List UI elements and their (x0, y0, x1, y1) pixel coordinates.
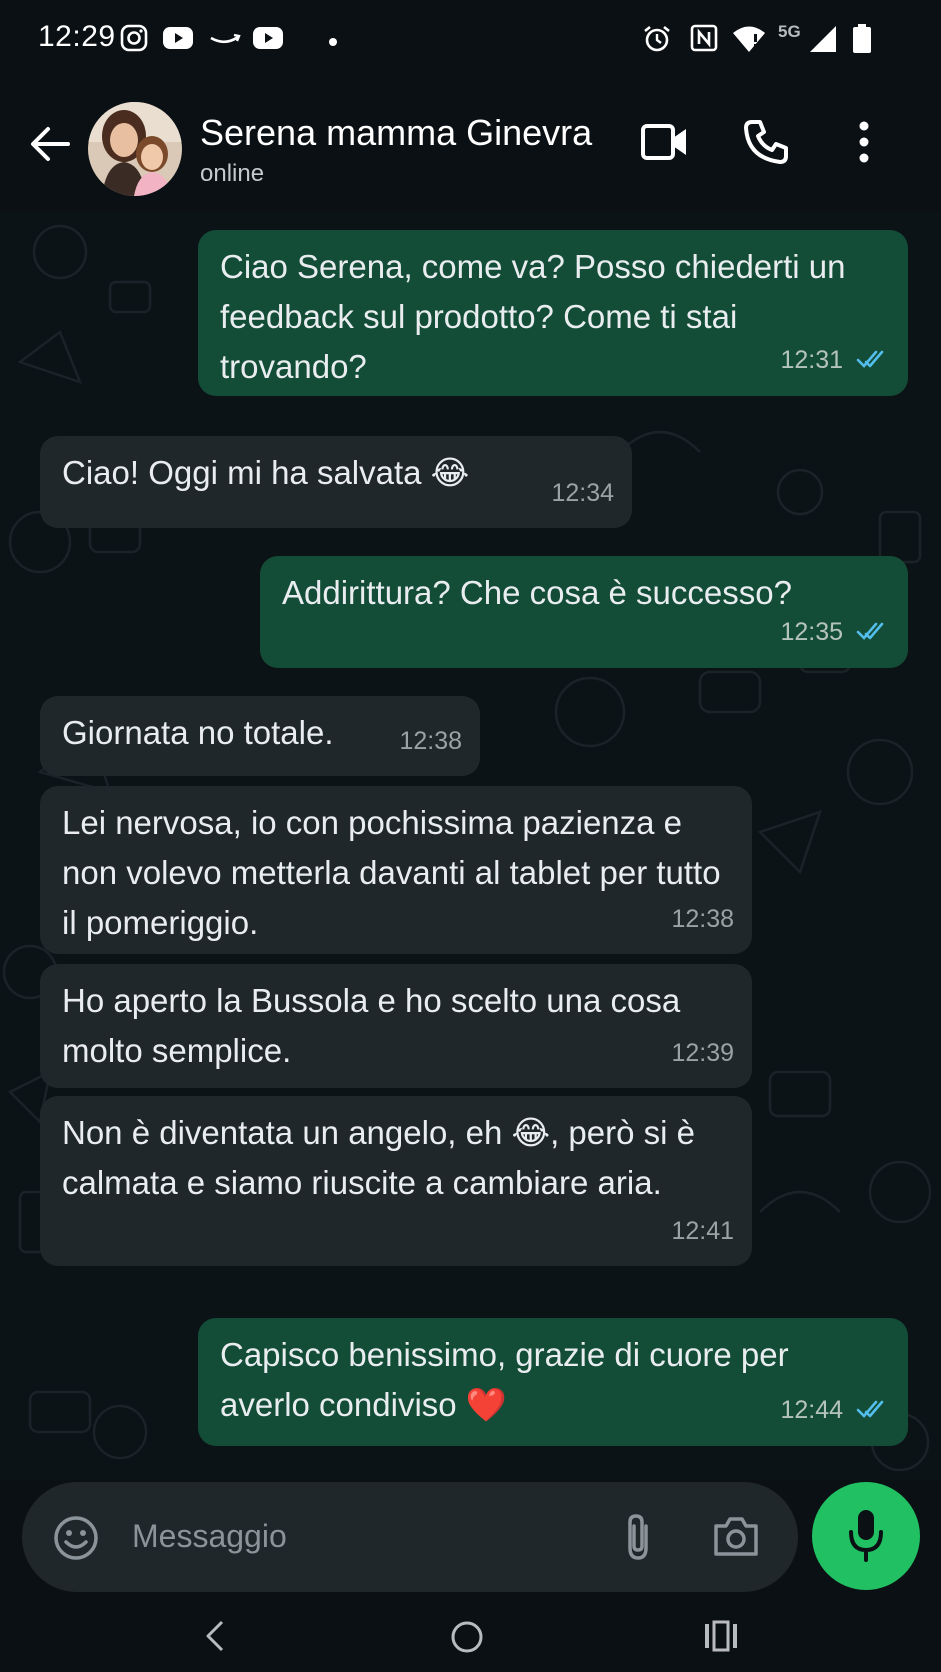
message-composer[interactable]: Messaggio (22, 1482, 798, 1592)
message-text: Ho aperto la Bussola e ho scelto una cos… (62, 982, 681, 1069)
instagram-icon (120, 24, 148, 57)
camera-icon[interactable] (712, 1514, 760, 1563)
message-text: Lei nervosa, io con pochissima pazienza … (62, 804, 721, 941)
message-bubble-incoming[interactable]: Non è diventata un angelo, eh 😂, però si… (40, 1096, 752, 1266)
youtube-icon (162, 24, 194, 57)
contact-status: online (200, 160, 265, 187)
message-meta: 12:44 (780, 1385, 890, 1436)
message-time: 12:34 (551, 479, 614, 507)
dot-icon (328, 34, 338, 52)
message-time: 12:38 (399, 727, 462, 755)
battery-icon (852, 24, 872, 59)
message-input[interactable]: Messaggio (132, 1518, 287, 1555)
message-time: 12:44 (780, 1395, 844, 1424)
attach-icon[interactable] (620, 1512, 656, 1567)
message-bubble-incoming[interactable]: Ho aperto la Bussola e ho scelto una cos… (40, 964, 752, 1088)
message-time: 12:39 (671, 1039, 734, 1067)
nav-back-icon[interactable] (204, 1620, 228, 1657)
read-receipt-icon (856, 608, 890, 658)
message-bubble-outgoing[interactable]: Addirittura? Che cosa è successo? 12:35 (260, 556, 908, 668)
nav-home-icon[interactable] (450, 1620, 484, 1659)
phone-icon[interactable] (742, 118, 790, 171)
message-bubble-incoming[interactable]: Lei nervosa, io con pochissima pazienza … (40, 786, 752, 954)
nav-recents-icon[interactable] (704, 1620, 738, 1657)
mic-icon (846, 1506, 886, 1571)
mic-button[interactable] (812, 1482, 920, 1590)
alarm-icon (642, 24, 672, 59)
message-time: 12:41 (671, 1217, 734, 1245)
message-time: 12:38 (671, 905, 734, 933)
amazon-icon (208, 24, 242, 57)
system-nav-bar (0, 1600, 941, 1672)
wifi-icon (732, 24, 766, 59)
message-time: 12:31 (780, 345, 844, 374)
message-text: Non è diventata un angelo, eh 😂, però si… (62, 1114, 695, 1201)
video-call-icon[interactable] (640, 120, 690, 169)
message-bubble-outgoing[interactable]: Ciao Serena, come va? Posso chiederti un… (198, 230, 908, 396)
avatar[interactable] (88, 102, 182, 196)
message-bubble-incoming[interactable]: Ciao! Oggi mi ha salvata 😂 12:34 (40, 436, 632, 528)
nfc-icon (690, 24, 718, 57)
chat-header: Serena mamma Ginevra online (0, 84, 941, 212)
youtube-icon (252, 24, 284, 57)
status-bar: 12:29 5G (0, 0, 941, 84)
message-time: 12:35 (780, 617, 844, 646)
signal-icon (808, 24, 838, 59)
message-bubble-outgoing[interactable]: Capisco benissimo, grazie di cuore per a… (198, 1318, 908, 1446)
read-receipt-icon (856, 336, 890, 386)
emoji-icon[interactable] (52, 1514, 100, 1567)
message-bubble-incoming[interactable]: Giornata no totale. 12:38 (40, 696, 480, 776)
back-arrow-icon[interactable] (28, 122, 72, 171)
contact-name[interactable]: Serena mamma Ginevra (200, 112, 592, 154)
more-vert-icon[interactable] (854, 120, 874, 169)
read-receipt-icon (856, 1386, 890, 1436)
status-time: 12:29 (38, 20, 116, 53)
message-meta: 12:35 (780, 607, 890, 658)
message-meta: 12:31 (780, 335, 890, 386)
message-text: Ciao! Oggi mi ha salvata 😂 (62, 454, 470, 491)
chat-area[interactable]: Ciao Serena, come va? Posso chiederti un… (0, 212, 941, 1480)
network-type: 5G (778, 22, 801, 41)
